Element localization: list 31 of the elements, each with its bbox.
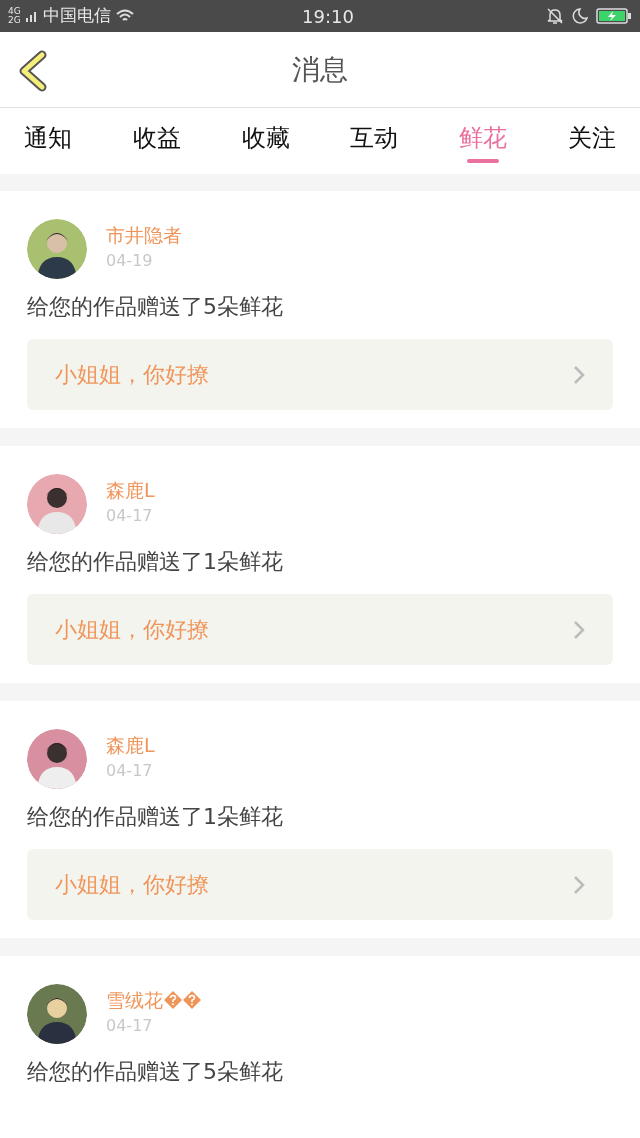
user-name[interactable]: 森鹿L xyxy=(106,478,155,502)
tab[interactable]: 互动 xyxy=(350,108,399,174)
network-label: 4G xyxy=(8,7,21,16)
tab[interactable]: 通知 xyxy=(24,108,72,174)
chevron-right-icon xyxy=(573,619,585,640)
tab[interactable]: 鲜花 xyxy=(459,108,508,174)
signal-icon xyxy=(24,9,39,23)
user-name[interactable]: 森鹿L xyxy=(106,733,155,757)
quoted-work-link[interactable]: 小姐姐，你好撩 xyxy=(27,849,613,920)
tab[interactable]: 收益 xyxy=(132,108,181,174)
tab[interactable]: 收藏 xyxy=(241,108,290,174)
question-diamond-icon xyxy=(183,991,201,1009)
clock-time: 19:10 xyxy=(301,4,355,29)
moon-icon xyxy=(572,8,588,24)
message-text: 给您的作品赠送了1朵鲜花 xyxy=(27,548,284,576)
muted-bell-icon xyxy=(546,7,564,25)
tab[interactable]: 关注 xyxy=(568,108,616,174)
question-diamond-icon xyxy=(164,991,182,1009)
network-label: 2G xyxy=(8,16,21,25)
user-name[interactable]: 雪绒花 xyxy=(106,988,163,1012)
page-title: 消息 xyxy=(291,51,349,88)
quoted-work-link[interactable]: 小姐姐，你好撩 xyxy=(27,594,613,665)
message-text: 给您的作品赠送了5朵鲜花 xyxy=(27,293,284,321)
user-name[interactable]: 市井隐者 xyxy=(106,223,182,247)
message-text: 给您的作品赠送了5朵鲜花 xyxy=(27,1058,284,1086)
quoted-work-link[interactable]: 小姐姐，你好撩 xyxy=(27,339,613,410)
battery-icon xyxy=(596,8,632,24)
message-text: 给您的作品赠送了1朵鲜花 xyxy=(27,803,284,831)
chevron-right-icon xyxy=(573,874,585,895)
carrier-name: 中国电信 xyxy=(42,4,111,28)
chevron-right-icon xyxy=(573,364,585,385)
